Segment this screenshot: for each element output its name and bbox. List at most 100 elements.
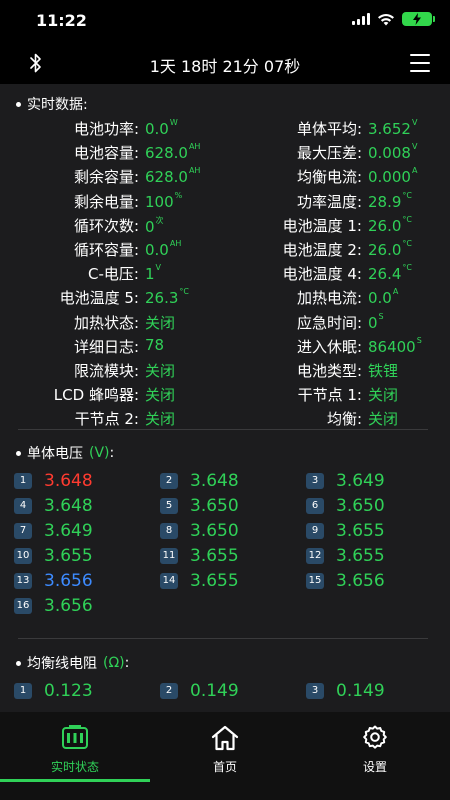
metric-value: 0次 — [145, 215, 164, 236]
metric-number: 铁锂 — [368, 361, 399, 380]
bullet-dot — [16, 660, 21, 666]
metric-number: 26.3 — [145, 289, 179, 308]
metric-number: 0 — [145, 217, 155, 236]
cell-number-badge: 16 — [14, 597, 32, 614]
metric-number: 关闭 — [368, 410, 399, 429]
metric-number: 0.0 — [145, 120, 169, 138]
metric-unit: AH — [188, 166, 201, 176]
cell-value: 0.149 — [336, 680, 385, 701]
cell-item: 10 3.655 — [14, 543, 93, 568]
cell-value: 3.655 — [190, 570, 239, 591]
cell-item: 2 3.648 — [160, 468, 239, 493]
cell-value: 3.655 — [336, 545, 385, 566]
tab-label: 设置 — [362, 760, 387, 774]
metric-value: 关闭 — [145, 312, 175, 333]
cell-item: 9 3.655 — [306, 518, 385, 543]
divider — [18, 638, 428, 639]
runtime-title: 1天 18时 21分 07秒 — [149, 57, 301, 76]
cell-value: 3.649 — [336, 470, 385, 491]
cell-item: 11 3.655 — [160, 543, 239, 568]
cell-item: 3 3.649 — [306, 468, 385, 493]
cell-value: 3.650 — [190, 520, 239, 541]
cell-voltage-unit: (V) — [89, 445, 110, 461]
metric-value: 关闭 — [145, 408, 175, 429]
cell-value: 3.656 — [44, 570, 93, 591]
balance-resistance-colon: : — [124, 655, 130, 671]
main-content[interactable]: 实时数据: 电池功率: 0.0W 单体平均: 3.652V 电池容量: 628.0AH 最大… — [0, 84, 450, 712]
metric-label: 循环容量: — [73, 240, 139, 259]
cell-number-badge: 7 — [14, 522, 32, 539]
metric-value: 关闭 — [368, 408, 398, 429]
metric-value: 100% — [145, 191, 182, 211]
cell-value: 3.650 — [336, 495, 385, 516]
metric-label: 进入休眠: — [296, 337, 362, 356]
metric-number: 28.9 — [368, 192, 402, 211]
cell-item: 14 3.655 — [160, 568, 239, 593]
cell-value: 3.656 — [44, 595, 93, 616]
metric-number: 0.000 — [368, 168, 411, 187]
metric-unit: 次 — [155, 215, 164, 225]
metric-unit: W — [169, 118, 178, 127]
cell-number-badge: 13 — [14, 572, 32, 589]
metric-label: 电池温度 5: — [59, 289, 139, 308]
cell-item: 5 3.650 — [160, 493, 239, 518]
cell-item: 1 0.123 — [14, 678, 93, 703]
status-icons — [352, 12, 435, 26]
metric-number: 1 — [145, 265, 155, 284]
menu-icon[interactable] — [410, 54, 430, 72]
cell-item: 3 0.149 — [306, 678, 385, 703]
metric-unit: AH — [169, 238, 182, 248]
metric-label: 电池功率: — [73, 120, 139, 138]
cell-number-badge: 14 — [160, 572, 178, 589]
tab-home[interactable]: 首页 — [150, 712, 300, 800]
realtime-row: 剩余容量: 628.0AH 均衡电流: 0.000A — [0, 166, 450, 190]
metric-label: 功率温度: — [296, 192, 362, 211]
cell-item: 6 3.650 — [306, 493, 385, 518]
tab-realtime-status[interactable]: 实时状态 — [0, 712, 150, 800]
cell-number-badge: 4 — [14, 497, 32, 514]
metric-value: 86400S — [368, 336, 422, 356]
metric-unit: % — [174, 190, 183, 200]
cell-number-badge: 2 — [160, 472, 178, 489]
metric-unit: V — [411, 118, 418, 127]
metric-value: 26.3°C — [145, 287, 189, 307]
metric-number: 100 — [145, 192, 174, 211]
cell-item: 12 3.655 — [306, 543, 385, 568]
cell-value: 3.650 — [190, 495, 239, 516]
metric-label: 最大压差: — [296, 144, 362, 163]
metric-label: 循环次数: — [73, 216, 139, 235]
metric-value: 关闭 — [145, 360, 175, 381]
metric-number: 0.0 — [145, 240, 169, 259]
status-time: 11:22 — [36, 11, 87, 30]
balance-resistance-title: 均衡线电阻 — [27, 656, 97, 672]
metric-value: 0S — [368, 312, 384, 332]
metric-number: 0.0 — [368, 289, 392, 308]
bottom-tab-bar: 实时状态 首页 设置 — [0, 712, 450, 800]
realtime-row: 循环次数: 0次 电池温度 1: 26.0°C — [0, 215, 450, 239]
cell-number-badge: 8 — [160, 522, 178, 539]
cell-number-badge: 6 — [306, 497, 324, 514]
metric-unit: S — [378, 311, 384, 321]
metric-label: 加热电流: — [296, 289, 362, 308]
tab-settings[interactable]: 设置 — [300, 712, 450, 800]
cell-number-badge: 1 — [14, 682, 32, 699]
cell-value: 0.123 — [44, 680, 93, 701]
cell-value: 3.655 — [190, 545, 239, 566]
metric-number: 26.0 — [368, 240, 402, 259]
metric-label: C-电压: — [88, 265, 139, 284]
tab-label: 首页 — [212, 760, 237, 774]
metric-value: 28.9°C — [368, 191, 412, 211]
realtime-row: 电池功率: 0.0W 单体平均: 3.652V — [0, 118, 450, 142]
metric-number: 关闭 — [145, 361, 176, 380]
metric-value: 78 — [145, 336, 164, 354]
realtime-row: 循环容量: 0.0AH 电池温度 2: 26.0°C — [0, 239, 450, 263]
cell-number-badge: 15 — [306, 572, 324, 589]
balance-resistance-section-title: 均衡线电阻 (Ω): — [16, 653, 129, 673]
status-bar: 11:22 — [0, 0, 450, 44]
metric-label: 干节点 1: — [297, 386, 362, 405]
cell-value: 0.149 — [190, 680, 239, 701]
metric-value: 关闭 — [145, 384, 175, 405]
realtime-row: 剩余电量: 100% 功率温度: 28.9°C — [0, 191, 450, 215]
metric-unit: S — [416, 335, 422, 345]
realtime-row: 电池容量: 628.0AH 最大压差: 0.008V — [0, 142, 450, 166]
